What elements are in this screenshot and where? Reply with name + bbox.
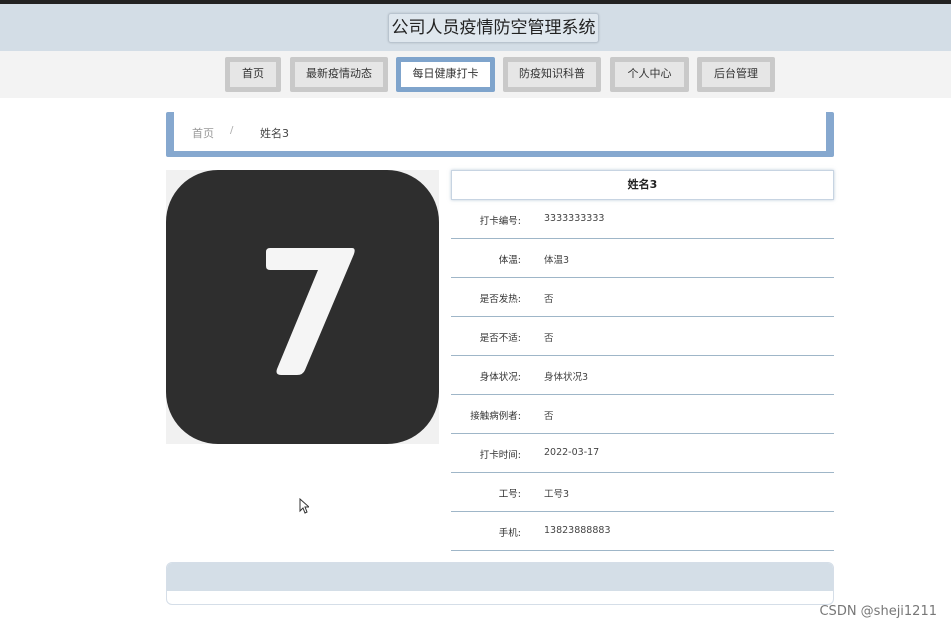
row-value: 3333333333 xyxy=(544,213,605,224)
nav-item-knowledge[interactable]: 防疫知识科普 xyxy=(503,57,601,92)
row-label: 是否不适: xyxy=(479,333,521,344)
breadcrumb-separator: / xyxy=(230,125,234,136)
nav-item-label: 后台管理 xyxy=(702,62,770,87)
row-value: 身体状况3 xyxy=(544,372,589,383)
nav-item-personal-center[interactable]: 个人中心 xyxy=(610,57,689,92)
row-value: 2022-03-17 xyxy=(544,447,600,458)
footer-band xyxy=(167,563,833,591)
breadcrumb-inner: 首页 / 姓名3 xyxy=(174,112,826,151)
breadcrumb-current: 姓名3 xyxy=(260,127,289,140)
row-label: 接触病例者: xyxy=(470,411,521,422)
nav-item-label: 防疫知识科普 xyxy=(508,62,596,87)
row-value: 13823888883 xyxy=(544,525,611,536)
nav-item-label: 个人中心 xyxy=(615,62,684,87)
nav-item-label: 每日健康打卡 xyxy=(401,62,490,87)
row-label: 打卡时间: xyxy=(479,450,521,461)
nav-item-label: 最新疫情动态 xyxy=(295,62,383,87)
row-label: 身体状况: xyxy=(479,372,521,383)
detail-row-temperature: 体温: 体温3 xyxy=(451,239,834,278)
detail-image xyxy=(166,170,439,444)
row-label: 手机: xyxy=(498,528,521,539)
detail-panel: 姓名3 打卡编号: 3333333333 体温: 体温3 是否发热: 否 是否不… xyxy=(451,170,834,551)
row-label: 体温: xyxy=(498,255,521,266)
nav-item-admin[interactable]: 后台管理 xyxy=(697,57,775,92)
number-seven-icon xyxy=(166,170,439,444)
nav-item-latest-news[interactable]: 最新疫情动态 xyxy=(290,57,388,92)
row-value: 否 xyxy=(544,294,554,305)
breadcrumb: 首页 / 姓名3 xyxy=(166,112,834,157)
main-nav: 首页 最新疫情动态 每日健康打卡 防疫知识科普 个人中心 后台管理 xyxy=(0,51,951,98)
app-title: 公司人员疫情防空管理系统 xyxy=(388,13,599,43)
row-label: 工号: xyxy=(498,489,521,500)
detail-row-checkin-time: 打卡时间: 2022-03-17 xyxy=(451,434,834,473)
row-label: 是否发热: xyxy=(479,294,521,305)
row-label: 打卡编号: xyxy=(479,216,521,227)
detail-row-fever: 是否发热: 否 xyxy=(451,278,834,317)
nav-item-daily-checkin[interactable]: 每日健康打卡 xyxy=(396,57,495,92)
detail-row-employee-id: 工号: 工号3 xyxy=(451,473,834,512)
breadcrumb-home-link[interactable]: 首页 xyxy=(192,125,214,141)
detail-row-case-contact: 接触病例者: 否 xyxy=(451,395,834,434)
detail-row-phone: 手机: 13823888883 xyxy=(451,512,834,551)
detail-row-checkin-id: 打卡编号: 3333333333 xyxy=(451,200,834,239)
detail-row-discomfort: 是否不适: 否 xyxy=(451,317,834,356)
app-header: 公司人员疫情防空管理系统 xyxy=(0,4,951,51)
row-value: 否 xyxy=(544,333,554,344)
nav-item-label: 首页 xyxy=(230,62,276,87)
row-value: 否 xyxy=(544,411,554,422)
row-value: 工号3 xyxy=(544,489,570,500)
watermark: CSDN @sheji1211 xyxy=(819,604,937,619)
detail-row-physical-condition: 身体状况: 身体状况3 xyxy=(451,356,834,395)
nav-item-home[interactable]: 首页 xyxy=(225,57,281,92)
mouse-cursor-icon xyxy=(299,498,309,514)
row-value: 体温3 xyxy=(544,255,570,266)
detail-title: 姓名3 xyxy=(451,170,834,200)
footer-panel xyxy=(166,562,834,605)
